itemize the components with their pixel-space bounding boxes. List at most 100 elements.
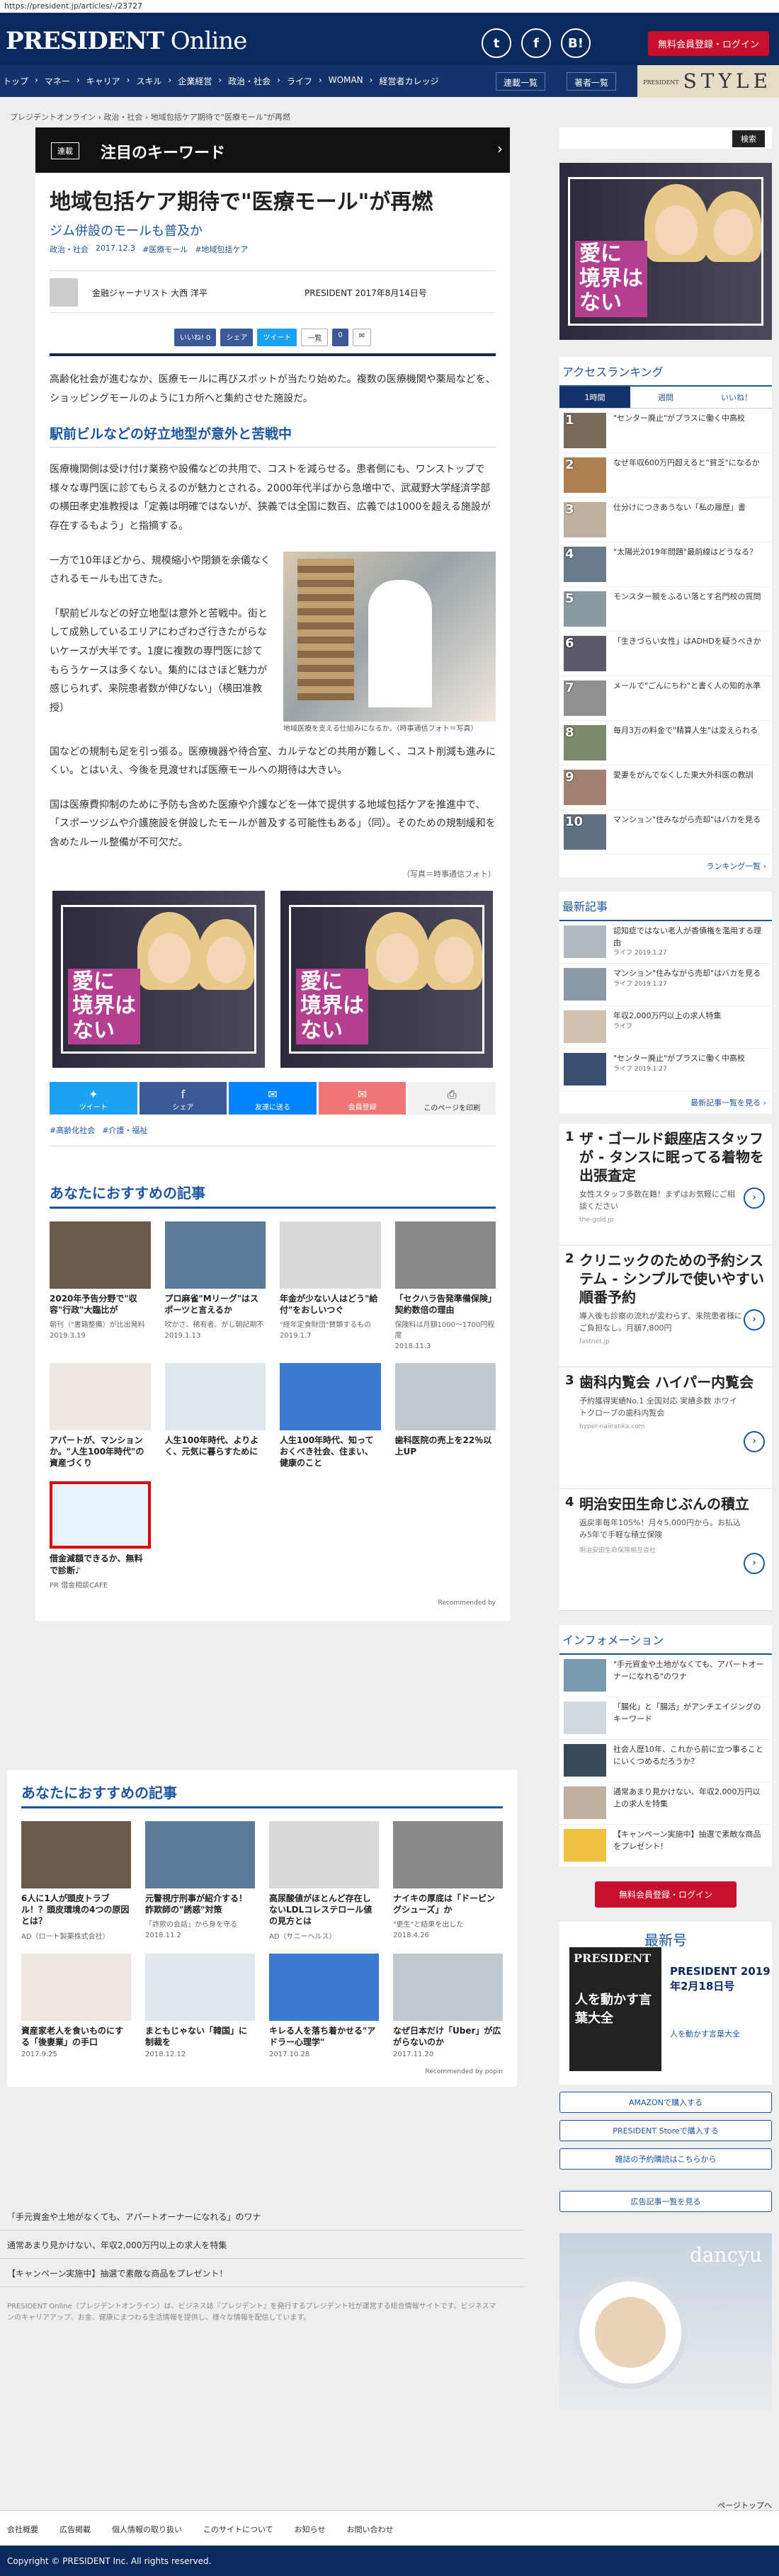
- author-name[interactable]: 金融ジャーナリスト 大西 洋平: [92, 287, 207, 299]
- bottom-link[interactable]: 「手元資金や土地がなくても、アパートオーナーになれる」のワナ: [0, 2202, 524, 2230]
- tag-link[interactable]: #地域包括ケア: [195, 244, 248, 255]
- nav-item[interactable]: 経営者カレッジ: [379, 75, 438, 87]
- list-button[interactable]: 一覧: [301, 329, 329, 346]
- messenger-share-button[interactable]: ✉ 友達に送る: [229, 1081, 317, 1115]
- recommend-card[interactable]: 年金が少ない人はどう"給付"をおしいつぐ "経年定食財団"賛類するもの 2019.1…: [280, 1221, 381, 1350]
- recommend-card[interactable]: 歯科医院の売上を22％以上UP: [394, 1362, 496, 1469]
- ranking-item[interactable]: 9 愛妻をがんでなくした東大外科医の教訓: [559, 765, 772, 810]
- page-top-link[interactable]: ページトップへ: [717, 2500, 772, 2511]
- nav-item[interactable]: スキル: [136, 75, 161, 87]
- hatena-icon[interactable]: B!: [561, 28, 591, 58]
- breadcrumb[interactable]: プレジデントオンライン › 政治・社会 › 地域包括ケア期待で"医療モール"が再…: [10, 111, 290, 122]
- register-login-button[interactable]: 無料会員登録・ログイン: [647, 31, 769, 56]
- latest-item[interactable]: 認知症ではない老人が香債権を濫用する理由 ライフ 2019.1.27: [559, 921, 772, 964]
- recommend-card[interactable]: アパートが、マンションか。"人生100年時代"の資産づくり: [50, 1362, 151, 1469]
- recommend-card[interactable]: なぜ日本だけ「Uber」が広がらないのか 2017.11.20: [393, 1953, 503, 2058]
- print-button[interactable]: ⎙ このページを印刷: [408, 1081, 496, 1115]
- info-item[interactable]: 社会人歴10年、これから前に立つ事ることにいくつめるだろうか？: [559, 1740, 772, 1782]
- author-list-button[interactable]: 著者一覧: [567, 72, 617, 91]
- sponsored-ad[interactable]: 2 クリニックのための予約システム - シンプルで使いやすい順番予約 導入後も診察の…: [559, 1246, 772, 1367]
- tweet-button[interactable]: ツイート: [257, 329, 297, 346]
- fb-share-button[interactable]: シェア: [220, 329, 254, 346]
- ad-title[interactable]: 歯科内覧会 ハイパー内覧会: [579, 1373, 766, 1391]
- chevron-right-icon[interactable]: ›: [744, 1553, 765, 1574]
- nav-item[interactable]: ライフ: [287, 75, 312, 87]
- ranking-item[interactable]: 6 「生きづらい女性」はADHDを疑うべきか: [559, 632, 772, 676]
- info-item[interactable]: 【キャンペーン実施中】抽選で素敵な商品をプレゼント！: [559, 1825, 772, 1867]
- chevron-right-icon[interactable]: ›: [744, 1431, 765, 1452]
- dancyu-ad[interactable]: dancyu: [559, 2233, 772, 2410]
- ranking-item[interactable]: 3 仕分けにつきあうない「私の履歴」書: [559, 498, 772, 542]
- recommend-card[interactable]: 「セクハラ告発準備保険」契約数倍の理由 保険料は月額1000～1700円程度 201…: [394, 1221, 496, 1350]
- side-ad-banner[interactable]: 愛に 境界は ない: [559, 163, 772, 340]
- ad-banner[interactable]: 愛に 境界は ない: [280, 890, 493, 1068]
- president-style-banner[interactable]: PRESIDENT STYLE: [637, 65, 779, 98]
- ranking-item[interactable]: 7 メールで"ごんにちわ"と書く人の知的水準: [559, 676, 772, 721]
- recommend-card[interactable]: プロ麻雀"Mリーグ"はスポーツと言えるか 吹かさ、稀有者、がし朝記期不 2019.1…: [164, 1221, 266, 1350]
- nav-item[interactable]: トップ: [3, 75, 28, 87]
- bottom-link[interactable]: 通常あまり見かけない、年収2,000万円以上の求人を特集: [0, 2230, 524, 2259]
- ranking-item[interactable]: 4 "太陽光2019年問題"最前線はどうなる？: [559, 542, 772, 587]
- latest-item[interactable]: マンション"住みながら売却"はバカを見る ライフ 2019.1.27: [559, 964, 772, 1006]
- chevron-right-icon[interactable]: ›: [744, 1187, 765, 1209]
- search-button[interactable]: 検索: [732, 130, 765, 147]
- sponsored-ad[interactable]: 3 歯科内覧会 ハイパー内覧会 予約獲得実績No.1 全国対応 実績多数 ホワイトク…: [559, 1367, 772, 1489]
- recommend-card[interactable]: 元警視庁刑事が紹介する！ 詐欺師の"誘惑"対策 「詐欺の会話」から身を守る 2018…: [145, 1821, 255, 1941]
- buy-amazon-button[interactable]: AMAZONで購入する: [559, 2092, 772, 2113]
- nav-item[interactable]: 企業経営: [178, 75, 212, 87]
- nav-item[interactable]: WOMAN: [329, 75, 363, 87]
- bottom-link[interactable]: 【キャンペーン実施中】抽選で素敵な商品をプレゼント！: [0, 2259, 524, 2287]
- recommend-card[interactable]: 人生100年時代、よりよく、元気に暮らすために: [164, 1362, 266, 1469]
- info-item[interactable]: 「腸化」と「腸活」がアンチエイジングのキーワード: [559, 1697, 772, 1740]
- magazine-cover[interactable]: PRESIDENT 人を動かす言葉大全: [569, 1947, 661, 2071]
- nav-item[interactable]: マネー: [45, 75, 70, 87]
- recommend-card[interactable]: まともじゃない「韓国」に制裁を 2018.12.12: [145, 1953, 255, 2058]
- ranking-item[interactable]: 2 なぜ年収600万円超えると"貧乏"になるか: [559, 453, 772, 498]
- search-box[interactable]: 検索: [559, 127, 772, 149]
- recommend-card[interactable]: 高尿酸値がほとんど存在しないLDLコレステロール値の見方とは AD（サニーヘルス）: [269, 1821, 379, 1941]
- recommend-card[interactable]: 6人に1人が頭皮トラブル！？頭皮環境の4つの原因とは？ AD（ロート製薬株式会社）: [21, 1821, 131, 1941]
- magazine-title[interactable]: PRESIDENT 2019年2月18日号: [670, 1964, 772, 1994]
- footer-link[interactable]: このサイトについて: [203, 2524, 273, 2534]
- nav-item[interactable]: キャリア: [86, 75, 120, 87]
- address-bar[interactable]: https://president.jp/articles/-/23727: [0, 0, 779, 13]
- latest-item[interactable]: 年収2,000万円以上の求人特集 ライフ: [559, 1006, 772, 1049]
- ranking-item[interactable]: 5 モンスター親をふるい落とす名門校の質問: [559, 587, 772, 632]
- tag-link[interactable]: #介護・福祉: [102, 1124, 147, 1136]
- chevron-right-icon[interactable]: ›: [744, 1309, 765, 1330]
- recommend-card[interactable]: 資産家老人を食いものにする「後妻業」の手口 2017.9.25: [21, 1953, 131, 2058]
- buy-store-button[interactable]: PRESIDENT Storeで購入する: [559, 2120, 772, 2141]
- ranking-item[interactable]: 10 マンション"住みながら売却"はバカを見る: [559, 810, 772, 855]
- ad-title[interactable]: クリニックのための予約システム - シンプルで使いやすい順番予約: [579, 1251, 766, 1306]
- facebook-share-button[interactable]: f シェア: [139, 1081, 227, 1115]
- serial-list-button[interactable]: 連載一覧: [496, 72, 546, 91]
- like-button[interactable]: いいね! 0: [174, 329, 217, 346]
- footer-link[interactable]: お知らせ: [295, 2524, 326, 2534]
- footer-link[interactable]: 広告掲載: [59, 2524, 91, 2534]
- keyword-bar[interactable]: 連載 注目のキーワード ›: [35, 127, 510, 173]
- facebook-icon[interactable]: f: [521, 28, 551, 58]
- info-item[interactable]: "手元資金や土地がなくても、アパートオーナーになれる"のワナ: [559, 1655, 772, 1697]
- twitter-icon[interactable]: t: [482, 28, 511, 58]
- recommend-card[interactable]: 借金減額できるか、無料で診断♪ PR 借金相談CAFE: [50, 1481, 151, 1590]
- tag-link[interactable]: #高齢化社会: [50, 1124, 95, 1136]
- footer-link[interactable]: 会社概要: [7, 2524, 38, 2534]
- ad-title[interactable]: 明治安田生命じぶんの積立: [579, 1495, 766, 1513]
- ranking-more-link[interactable]: ランキング一覧 ›: [559, 855, 772, 877]
- ranking-item[interactable]: 1 "センター廃止"がプラスに働く中高校: [559, 409, 772, 453]
- ad-title[interactable]: ザ・ゴールド銀座店スタッフが - タンスに眠ってる着物を出張査定: [579, 1129, 766, 1185]
- category-link[interactable]: 政治・社会: [50, 244, 89, 255]
- tab-like[interactable]: いいね！: [701, 387, 772, 408]
- nav-item[interactable]: 政治・社会: [228, 75, 271, 87]
- sponsored-ad[interactable]: 4 明治安田生命じぶんの積立 返戻率毎年105%！月々5,000円から。お払込み5年…: [559, 1489, 772, 1611]
- tab-hour[interactable]: 1時間: [559, 387, 630, 408]
- ad-banner[interactable]: 愛に 境界は ない: [52, 890, 265, 1068]
- footer-link[interactable]: お問い合わせ: [346, 2524, 393, 2534]
- mail-icon[interactable]: ✉: [352, 329, 372, 346]
- info-item[interactable]: 通常あまり見かけない、年収2,000万円以上の求人を特集: [559, 1782, 772, 1825]
- recommend-card[interactable]: 2020年予告分野で"収容"行政"大臨比が 朝刊（"書籍整備）が比出発料 2019.…: [50, 1221, 151, 1350]
- ad-list-button[interactable]: 広告記事一覧を見る: [559, 2191, 772, 2212]
- subscribe-button[interactable]: 雑誌の予約購読はこちらから: [559, 2148, 772, 2170]
- footer-link[interactable]: 個人情報の取り扱い: [112, 2524, 182, 2534]
- latest-item[interactable]: "センター廃止"がプラスに働く中高校 ライフ 2019.1.27: [559, 1049, 772, 1091]
